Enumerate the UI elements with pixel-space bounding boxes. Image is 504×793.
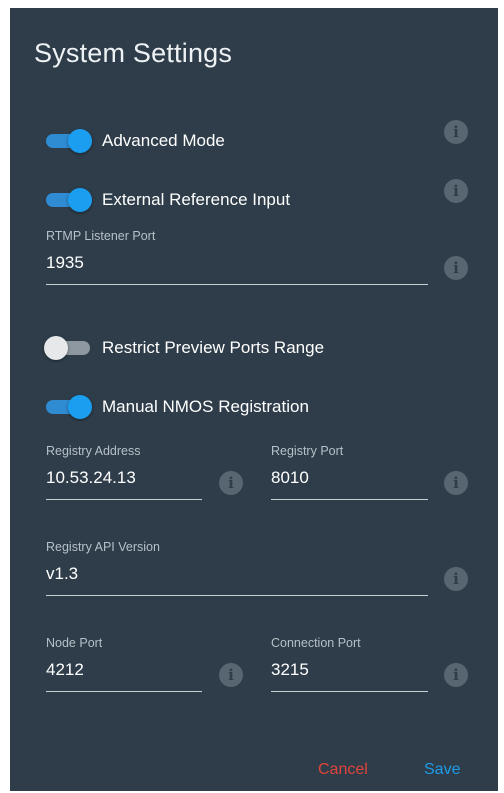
external-reference-row[interactable]: External Reference Input [46,185,290,215]
toggle-knob [68,129,92,153]
node-port-input[interactable]: 4212 [46,660,202,680]
registry-address-field[interactable]: Registry Address 10.53.24.13 [46,444,202,500]
field-underline [271,691,428,692]
info-icon[interactable]: i [444,120,468,144]
save-button[interactable]: Save [424,761,460,779]
field-label: Connection Port [271,636,361,650]
info-icon[interactable]: i [444,256,468,280]
registry-api-version-input[interactable]: v1.3 [46,564,428,584]
external-reference-label: External Reference Input [102,190,291,209]
field-underline [46,595,428,596]
info-icon[interactable]: i [444,567,468,591]
connection-port-input[interactable]: 3215 [271,660,428,680]
manual-nmos-toggle[interactable] [46,395,94,419]
connection-port-field[interactable]: Connection Port 3215 [271,636,428,692]
field-label: Node Port [46,636,103,650]
registry-port-field[interactable]: Registry Port 8010 [271,444,428,500]
field-underline [271,499,428,500]
advanced-mode-toggle[interactable] [46,129,94,153]
rtmp-listener-port-input[interactable]: 1935 [46,253,428,273]
field-label: Registry API Version [46,540,160,554]
rtmp-listener-port-field[interactable]: RTMP Listener Port 1935 [46,229,428,285]
field-label: RTMP Listener Port [46,229,156,243]
toggle-knob [68,188,92,212]
dialog-title: System Settings [34,38,233,68]
advanced-mode-label: Advanced Mode [102,131,225,150]
registry-address-input[interactable]: 10.53.24.13 [46,468,202,488]
info-icon[interactable]: i [444,663,468,687]
cancel-button[interactable]: Cancel [318,761,368,779]
manual-nmos-row[interactable]: Manual NMOS Registration [46,392,309,422]
toggle-knob [44,336,68,360]
field-underline [46,691,202,692]
info-icon[interactable]: i [219,663,243,687]
external-reference-toggle[interactable] [46,188,94,212]
advanced-mode-row[interactable]: Advanced Mode [46,126,225,156]
system-settings-dialog: System Settings Advanced Mode i External… [10,8,498,791]
restrict-preview-toggle[interactable] [44,336,94,360]
field-underline [46,284,428,285]
registry-port-input[interactable]: 8010 [271,468,428,488]
manual-nmos-label: Manual NMOS Registration [102,397,309,416]
registry-api-version-field[interactable]: Registry API Version v1.3 [46,540,428,596]
info-icon[interactable]: i [444,179,468,203]
restrict-preview-label: Restrict Preview Ports Range [102,338,325,357]
node-port-field[interactable]: Node Port 4212 [46,636,202,692]
field-label: Registry Port [271,444,344,458]
info-icon[interactable]: i [444,471,468,495]
restrict-preview-row[interactable]: Restrict Preview Ports Range [44,333,325,363]
info-icon[interactable]: i [219,471,243,495]
toggle-knob [68,395,92,419]
field-underline [46,499,202,500]
field-label: Registry Address [46,444,141,458]
